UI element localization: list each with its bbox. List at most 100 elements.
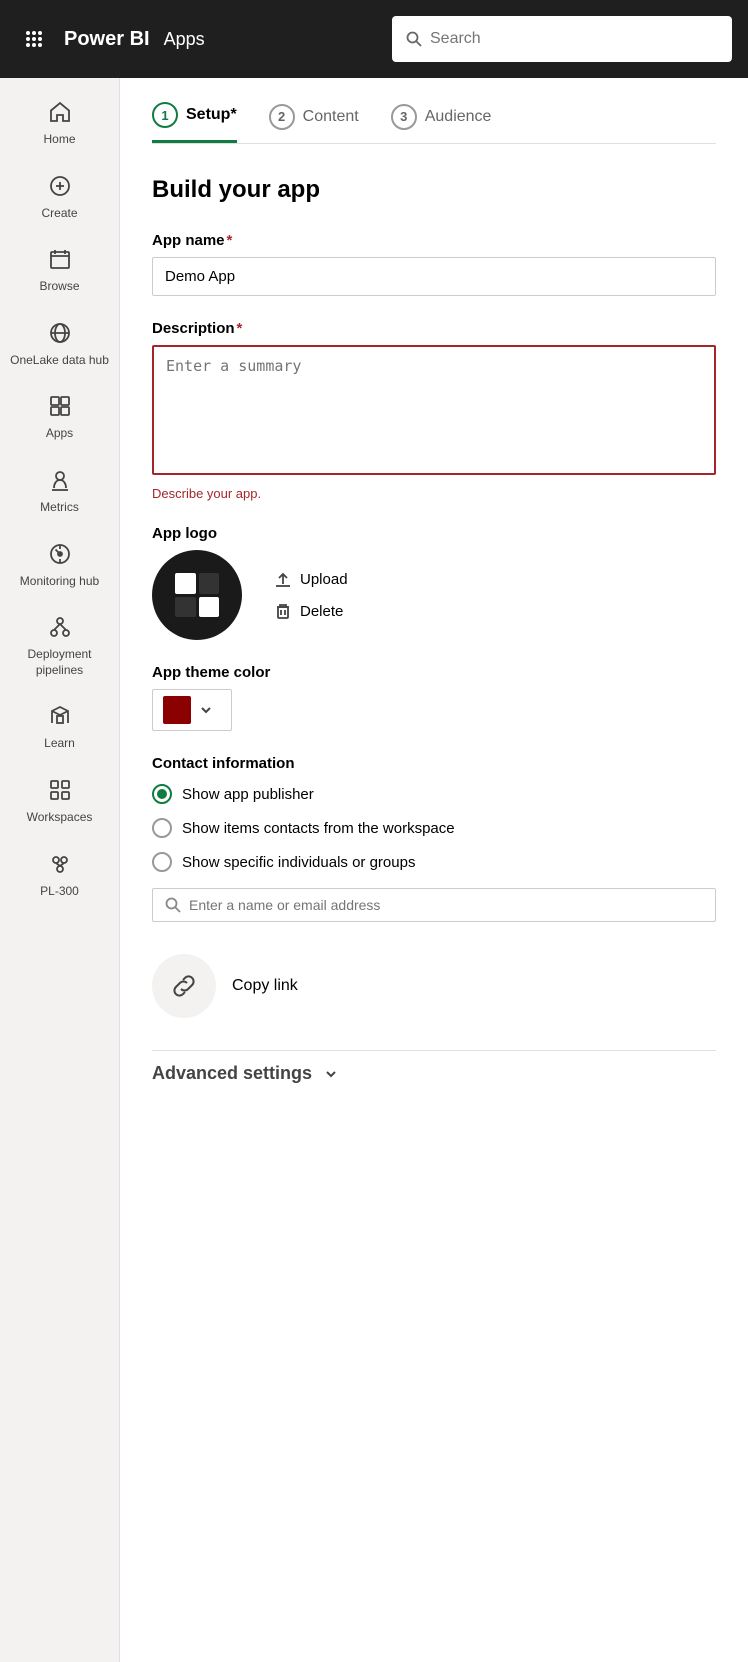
logo-square-1 (175, 573, 196, 594)
app-name-label: App name* (152, 232, 716, 249)
delete-icon (274, 602, 292, 620)
search-bar[interactable] (392, 16, 732, 62)
logo-actions: Upload Delete (274, 570, 348, 620)
brand: Power BI Apps (64, 28, 205, 51)
step-setup[interactable]: 1 Setup* (152, 102, 237, 143)
copy-link-section: Copy link (152, 954, 716, 1018)
contact-search-input[interactable] (189, 897, 703, 913)
sidebar-label-learn: Learn (44, 736, 75, 752)
radio-label-workspace: Show items contacts from the workspace (182, 820, 455, 837)
radio-workspace[interactable]: Show items contacts from the workspace (152, 818, 716, 838)
color-swatch (163, 696, 191, 724)
sidebar-item-create[interactable]: Create (0, 160, 119, 234)
radio-circle-publisher (152, 784, 172, 804)
app-name-field: App name* (152, 232, 716, 296)
description-label: Description* (152, 320, 716, 337)
theme-color-picker[interactable] (152, 689, 232, 731)
radio-label-publisher: Show app publisher (182, 786, 314, 803)
sidebar-item-pl300[interactable]: PL-300 (0, 838, 119, 912)
main-layout: Home Create Browse (0, 78, 748, 1662)
sidebar-label-pl300: PL-300 (40, 884, 79, 900)
page-title: Build your app (152, 176, 716, 204)
topbar: Power BI Apps (0, 0, 748, 78)
sidebar-item-learn[interactable]: Learn (0, 690, 119, 764)
description-input[interactable] (152, 345, 716, 475)
sidebar-label-deployment: Deployment pipelines (8, 647, 111, 678)
step-label-audience: Audience (425, 108, 492, 126)
sidebar-item-browse[interactable]: Browse (0, 233, 119, 307)
contact-search-field[interactable] (152, 888, 716, 922)
sidebar-label-onelake: OneLake data hub (10, 353, 109, 369)
radio-circle-workspace (152, 818, 172, 838)
description-field: Description* Describe your app. (152, 320, 716, 501)
sidebar-item-onelake[interactable]: OneLake data hub (0, 307, 119, 381)
advanced-settings[interactable]: Advanced settings (152, 1050, 716, 1096)
step-number-2: 2 (269, 104, 295, 130)
sidebar-item-apps[interactable]: Apps (0, 380, 119, 454)
search-icon (406, 31, 422, 47)
sidebar-label-metrics: Metrics (40, 500, 79, 516)
sidebar-item-workspaces[interactable]: Workspaces (0, 764, 119, 838)
content-area: 1 Setup* 2 Content 3 Audience Build your… (120, 78, 748, 1662)
app-logo-label: App logo (152, 525, 716, 542)
chevron-down-icon (199, 703, 213, 717)
sidebar-item-monitoring[interactable]: Monitoring hub (0, 528, 119, 602)
search-input[interactable] (430, 30, 718, 48)
pl300-icon (48, 850, 72, 878)
logo-square-2 (199, 573, 220, 594)
radio-publisher[interactable]: Show app publisher (152, 784, 716, 804)
description-error: Describe your app. (152, 486, 716, 501)
onelake-icon (48, 319, 72, 347)
sidebar-label-apps: Apps (46, 426, 73, 442)
copy-link-label[interactable]: Copy link (232, 977, 298, 995)
sidebar-item-home[interactable]: Home (0, 86, 119, 160)
step-audience[interactable]: 3 Audience (391, 102, 492, 143)
logo-section: Upload Delete (152, 550, 716, 640)
delete-button[interactable]: Delete (274, 602, 348, 620)
step-label-content: Content (303, 108, 359, 126)
grid-menu-icon[interactable] (16, 29, 52, 49)
upload-button[interactable]: Upload (274, 570, 348, 588)
sidebar-label-create: Create (41, 206, 77, 222)
app-logo-preview (152, 550, 242, 640)
copy-link-circle[interactable] (152, 954, 216, 1018)
brand-name: Power BI (64, 28, 150, 51)
logo-square-3 (175, 597, 196, 618)
monitoring-icon (48, 540, 72, 568)
contact-search-icon (165, 897, 181, 913)
sidebar-label-browse: Browse (39, 279, 79, 295)
sidebar-label-monitoring: Monitoring hub (20, 574, 99, 590)
stepper: 1 Setup* 2 Content 3 Audience (152, 102, 716, 144)
app-name-input[interactable] (152, 257, 716, 296)
theme-color-field: App theme color (152, 664, 716, 731)
advanced-settings-label: Advanced settings (152, 1063, 312, 1084)
sidebar-item-metrics[interactable]: Metrics (0, 454, 119, 528)
workspaces-icon (48, 776, 72, 804)
sidebar-item-deployment[interactable]: Deployment pipelines (0, 601, 119, 690)
app-logo-field: App logo (152, 525, 716, 640)
radio-label-specific: Show specific individuals or groups (182, 854, 415, 871)
radio-specific[interactable]: Show specific individuals or groups (152, 852, 716, 872)
learn-icon (48, 702, 72, 730)
metrics-icon (48, 466, 72, 494)
sidebar: Home Create Browse (0, 78, 120, 1662)
sidebar-label-workspaces: Workspaces (27, 810, 93, 826)
contact-radio-group: Show app publisher Show items contacts f… (152, 784, 716, 872)
sidebar-label-home: Home (43, 132, 75, 148)
radio-circle-specific (152, 852, 172, 872)
step-label-setup: Setup* (186, 106, 237, 124)
browse-icon (48, 245, 72, 273)
step-number-3: 3 (391, 104, 417, 130)
step-number-1: 1 (152, 102, 178, 128)
app-logo-grid (175, 573, 219, 617)
home-icon (48, 98, 72, 126)
logo-square-4 (199, 597, 220, 618)
radio-dot-publisher (157, 789, 167, 799)
upload-icon (274, 570, 292, 588)
apps-icon (48, 392, 72, 420)
advanced-settings-chevron (322, 1065, 340, 1083)
theme-color-label: App theme color (152, 664, 716, 681)
create-icon (48, 172, 72, 200)
deployment-icon (48, 613, 72, 641)
step-content[interactable]: 2 Content (269, 102, 359, 143)
